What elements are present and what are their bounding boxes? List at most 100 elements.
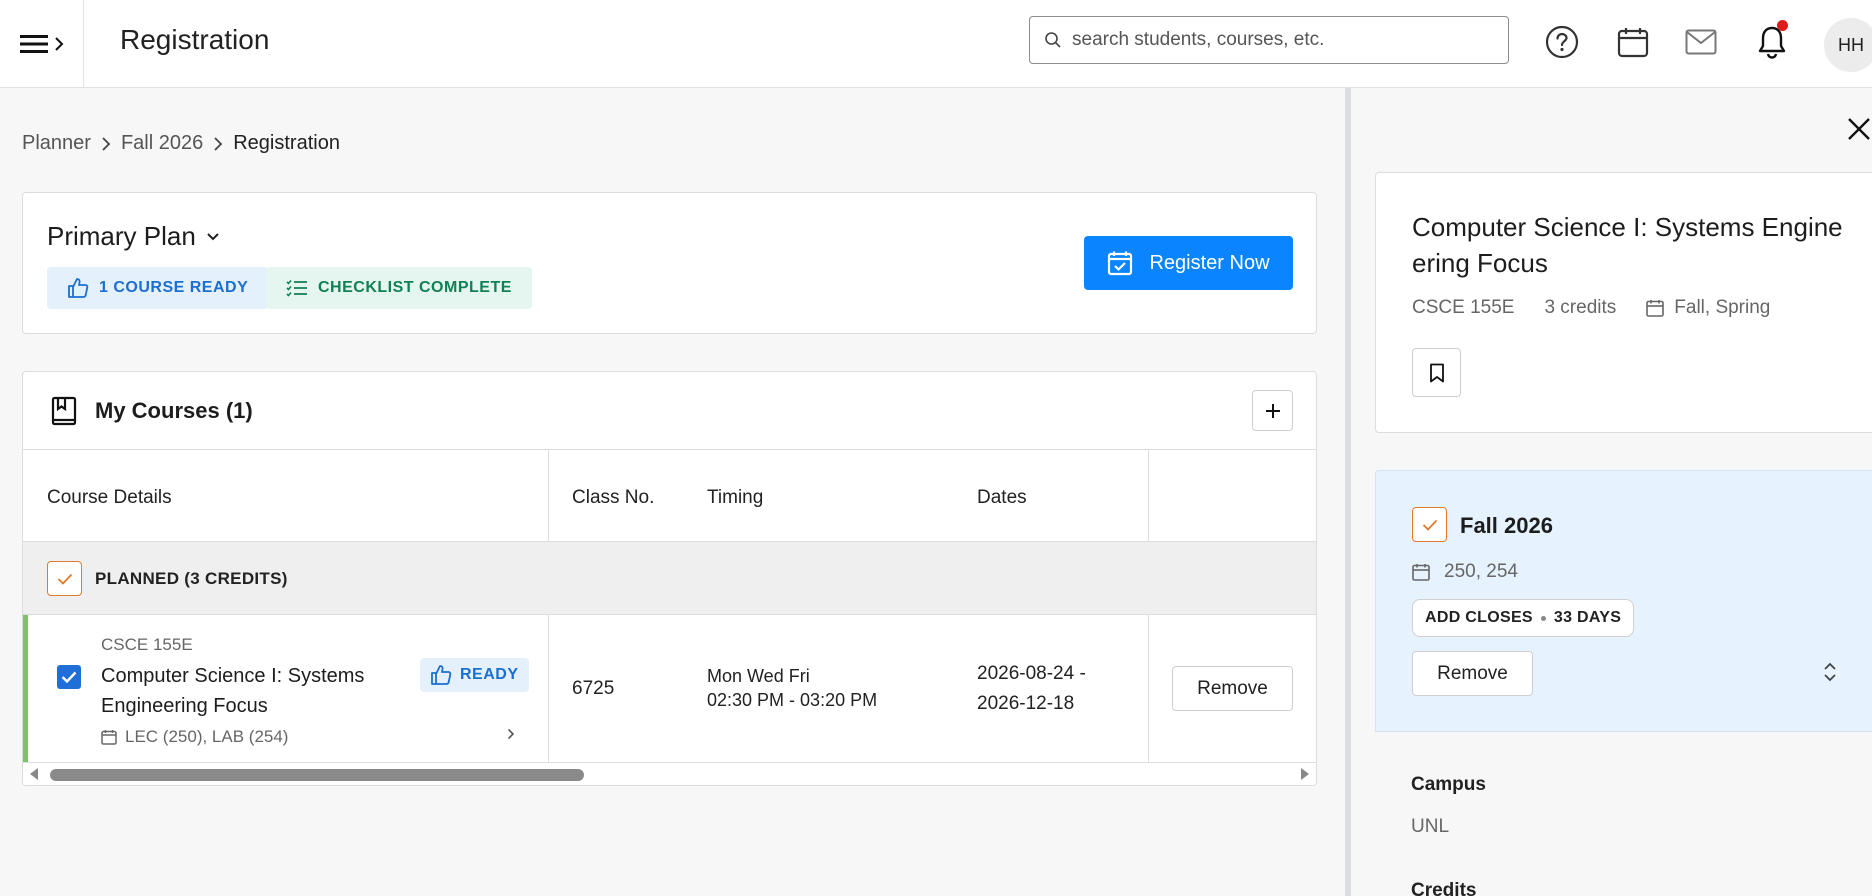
column-divider: [548, 450, 549, 542]
table-header: Course Details Class No. Timing Dates: [23, 450, 1316, 542]
calendar-icon: [1617, 26, 1649, 58]
calendar-icon: [1412, 563, 1430, 581]
scrollbar-thumb[interactable]: [50, 769, 584, 781]
course-ready-label: 1 COURSE READY: [99, 279, 249, 296]
separator-dot: [1540, 615, 1546, 621]
notification-dot: [1777, 20, 1788, 31]
course-detail-code: CSCE 155E: [1412, 297, 1515, 318]
plan-card: Primary Plan 1 COURSE READY CHECKLIST CO…: [22, 192, 1317, 334]
term-remove-button[interactable]: Remove: [1412, 651, 1533, 696]
avatar[interactable]: HH: [1824, 18, 1872, 72]
term-card: Fall 2026 250, 254 ADD CLOSES 33 DAYS Re…: [1375, 470, 1872, 732]
menu-toggle-button[interactable]: [0, 0, 84, 88]
check-icon: [1422, 519, 1438, 531]
add-closes-badge: ADD CLOSES 33 DAYS: [1412, 599, 1635, 637]
term-name: Fall 2026: [1460, 513, 1553, 538]
register-now-label: Register Now: [1149, 251, 1270, 274]
chevron-right-icon: [54, 37, 64, 51]
checklist-badge: CHECKLIST COMPLETE: [266, 267, 532, 309]
date-start: 2026-08-24 -: [977, 663, 1086, 684]
column-class-no: Class No.: [572, 487, 655, 508]
course-detail-credits: 3 credits: [1544, 297, 1617, 318]
search-box: [1029, 16, 1509, 64]
my-courses-card: My Courses (1) Course Details Class No. …: [22, 371, 1317, 786]
chevron-right-icon: [101, 136, 111, 152]
help-icon: [1545, 25, 1579, 59]
horizontal-scrollbar[interactable]: [23, 763, 1316, 785]
breadcrumb: Planner Fall 2026 Registration: [22, 132, 340, 155]
credits-label: Credits: [1411, 880, 1477, 896]
course-detail-title: Computer Science I: Systems Engineering …: [1412, 212, 1843, 278]
page-title: Registration: [120, 24, 270, 55]
breadcrumb-planner[interactable]: Planner: [22, 132, 91, 155]
expand-collapse-icon[interactable]: [1823, 662, 1837, 682]
add-course-button[interactable]: [1252, 390, 1293, 431]
chevron-right-icon[interactable]: [507, 728, 515, 740]
course-name-link[interactable]: Computer Science I: Systems Engineering …: [101, 661, 401, 721]
check-icon: [61, 671, 77, 683]
course-sections-label: LEC (250), LAB (254): [125, 727, 289, 746]
breadcrumb-term[interactable]: Fall 2026: [121, 132, 203, 155]
ready-label: READY: [460, 666, 519, 683]
timing-time: 02:30 PM - 03:20 PM: [707, 690, 878, 710]
column-divider: [1148, 450, 1149, 542]
planned-group-checkbox[interactable]: [47, 561, 82, 596]
bookmark-button[interactable]: [1412, 348, 1461, 397]
list-check-icon: [286, 279, 308, 297]
plus-icon: [1265, 403, 1281, 419]
book-icon: [51, 396, 77, 426]
column-divider: [1148, 615, 1149, 763]
add-closes-label: ADD CLOSES: [1425, 609, 1533, 626]
calendar-icon: [1646, 299, 1665, 317]
breadcrumb-current: Registration: [233, 132, 340, 154]
add-closes-value: 33 DAYS: [1553, 609, 1622, 626]
chevron-right-icon: [213, 136, 223, 152]
hamburger-icon: [19, 34, 48, 54]
campus-label: Campus: [1411, 774, 1486, 795]
calendar-icon: [101, 729, 117, 745]
calendar-button[interactable]: [1615, 24, 1651, 60]
column-divider: [548, 615, 549, 763]
planned-group-label: PLANNED (3 CREDITS): [95, 569, 288, 588]
notifications-button[interactable]: [1754, 20, 1790, 60]
thumbs-up-icon: [67, 277, 89, 299]
course-detail-terms: Fall, Spring: [1646, 297, 1770, 319]
course-select-checkbox[interactable]: [57, 665, 81, 689]
plan-selector[interactable]: Primary Plan: [47, 221, 220, 252]
mail-icon: [1685, 29, 1717, 55]
scroll-right-icon[interactable]: [1300, 768, 1310, 780]
remove-course-button[interactable]: Remove: [1172, 666, 1293, 711]
term-sections-label: 250, 254: [1444, 561, 1518, 582]
search-icon: [1044, 31, 1062, 49]
column-timing: Timing: [707, 487, 764, 508]
course-detail-meta: CSCE 155E 3 credits Fall, Spring: [1412, 297, 1770, 319]
date-end: 2026-12-18: [977, 693, 1075, 714]
course-ready-badge: 1 COURSE READY: [47, 267, 269, 309]
term-checkbox[interactable]: [1412, 507, 1447, 542]
course-detail-terms-label: Fall, Spring: [1674, 297, 1771, 318]
plan-title: Primary Plan: [47, 221, 196, 251]
course-code: CSCE 155E: [101, 635, 193, 654]
course-sections: LEC (250), LAB (254): [101, 727, 288, 747]
campus-value: UNL: [1411, 816, 1450, 837]
register-now-button[interactable]: Register Now: [1084, 236, 1293, 290]
class-number: 6725: [572, 678, 615, 699]
column-dates: Dates: [977, 487, 1027, 508]
my-courses-header: My Courses (1): [23, 372, 1316, 450]
table-row: CSCE 155E Computer Science I: Systems En…: [23, 615, 1316, 763]
term-sections: 250, 254: [1412, 561, 1518, 583]
close-icon[interactable]: [1846, 116, 1872, 142]
planned-group-row: PLANNED (3 CREDITS): [23, 542, 1316, 615]
bookmark-icon: [1429, 363, 1445, 383]
chevron-down-icon: [206, 232, 220, 242]
help-button[interactable]: [1544, 24, 1580, 60]
course-detail-card: Computer Science I: Systems Engineering …: [1375, 172, 1872, 433]
top-bar: Registration HH: [0, 0, 1872, 88]
scroll-left-icon[interactable]: [29, 768, 39, 780]
my-courses-title: My Courses (1): [95, 398, 253, 423]
search-input[interactable]: [1072, 29, 1492, 51]
mail-button[interactable]: [1683, 24, 1719, 60]
column-course-details: Course Details: [47, 487, 172, 508]
timing-days: Mon Wed Fri: [707, 666, 810, 686]
status-indicator: [23, 615, 28, 762]
